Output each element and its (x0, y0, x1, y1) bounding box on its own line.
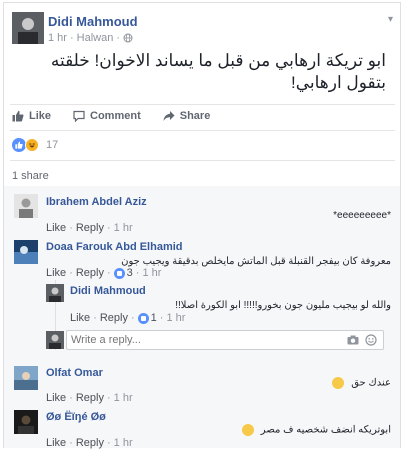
comment-text: معروفة كان بيفجر القنبلة قبل الماتش مايخ… (121, 256, 391, 267)
share-button[interactable]: Share (163, 110, 211, 122)
comment-like-link[interactable]: Like (46, 392, 66, 404)
comment-reply-link[interactable]: Reply (76, 222, 104, 234)
person-photo-icon (14, 240, 38, 264)
camera-icon[interactable] (347, 334, 359, 346)
separator: · (69, 392, 73, 404)
post-author-name[interactable]: Didi Mahmoud (48, 14, 138, 29)
like-reaction-icon (137, 312, 149, 324)
reply-time[interactable]: 1 hr (166, 312, 185, 324)
reply-reply-link[interactable]: Reply (100, 312, 128, 324)
commenter-name[interactable]: Øø Ëïŋé Øø (46, 411, 106, 423)
person-photo-icon (46, 284, 64, 302)
person-photo-icon (12, 12, 44, 44)
comment-text: *eeeeeeeee* (333, 210, 391, 221)
haha-reaction-icon (25, 138, 39, 152)
comment-time[interactable]: 1 hr (114, 392, 133, 404)
reply-actions: Like · Reply · 1 · 1 hr (70, 312, 185, 324)
comment-like-link[interactable]: Like (46, 222, 66, 234)
reply-box (66, 330, 384, 350)
separator: · (69, 222, 73, 234)
commenter-name[interactable]: Ibrahem Abdel Aziz (46, 196, 147, 208)
like-button[interactable]: Like (12, 110, 51, 122)
comment-reaction-count[interactable]: 3 (113, 267, 133, 279)
comment-reply-link[interactable]: Reply (76, 392, 104, 404)
separator: · (106, 437, 111, 449)
comment-actions: Like · Reply · 1 hr (46, 437, 133, 449)
comment-text: عندك حق (332, 377, 391, 389)
reply-reaction-count[interactable]: 1 (137, 312, 157, 324)
comment-actions: Like · Reply · 1 hr (46, 222, 133, 234)
current-user-avatar (46, 331, 64, 349)
smiley-icon[interactable] (365, 334, 377, 346)
reply-text: والله لو بيجيب مليون جون بخورو!!!!! ابو … (175, 300, 391, 311)
globe-icon (123, 33, 133, 43)
commenter-avatar[interactable] (14, 194, 38, 218)
comment-actions: Like · Reply · 3 · 1 hr (46, 267, 161, 279)
comment-reaction-number: 3 (126, 267, 133, 279)
comment-like-link[interactable]: Like (46, 267, 66, 279)
comment-label: Comment (90, 110, 141, 122)
thumbs-up-icon (15, 141, 23, 149)
separator: · (69, 267, 73, 279)
comment-time[interactable]: 1 hr (114, 222, 133, 234)
separator: · (106, 392, 111, 404)
post-meta: 1 hr · Halwan · (48, 32, 133, 44)
divider (10, 160, 395, 161)
laughing-face-icon (332, 377, 345, 389)
separator: · (106, 222, 111, 234)
comment-time[interactable]: 1 hr (114, 437, 133, 449)
person-photo-icon (14, 366, 38, 390)
comment-text-content: عندك حق (351, 377, 391, 389)
commenter-avatar[interactable] (14, 410, 38, 434)
commenter-avatar[interactable] (14, 240, 38, 264)
person-photo-icon (46, 331, 64, 349)
reply-like-link[interactable]: Like (70, 312, 90, 324)
separator: · (106, 267, 111, 279)
comment-text-content: ابوتريكه انضف شخصيه ف مصر (260, 424, 391, 436)
like-reaction-icon (12, 138, 26, 152)
meta-separator: · (116, 32, 120, 44)
meta-separator: · (69, 32, 74, 44)
share-arrow-icon (163, 111, 175, 121)
comment-like-link[interactable]: Like (46, 437, 66, 449)
replier-avatar[interactable] (46, 284, 64, 302)
comment-actions: Like · Reply · 1 hr (46, 392, 133, 404)
reply-reaction-number: 1 (150, 312, 157, 324)
thumbs-up-icon (12, 110, 24, 122)
like-reaction-icon (113, 267, 125, 279)
divider (10, 130, 395, 131)
chevron-down-icon[interactable]: ▾ (388, 14, 393, 25)
share-count[interactable]: 1 share (12, 170, 49, 182)
reactions-summary[interactable]: 17 (12, 138, 58, 152)
post-location[interactable]: Halwan (77, 32, 114, 44)
replier-name[interactable]: Didi Mahmoud (70, 285, 146, 297)
commenter-name[interactable]: Doaa Farouk Abd Elhamid (46, 241, 183, 253)
separator: · (159, 312, 164, 324)
separator: · (130, 312, 135, 324)
commenter-avatar[interactable] (14, 366, 38, 390)
separator: · (93, 312, 97, 324)
laughing-face-icon (29, 143, 35, 148)
commenter-name[interactable]: Olfat Omar (46, 367, 103, 379)
comment-time[interactable]: 1 hr (142, 267, 161, 279)
smiling-face-icon (242, 424, 255, 436)
like-label: Like (29, 110, 52, 122)
comment-text: ابوتريكه انضف شخصيه ف مصر (242, 424, 391, 436)
comment-button[interactable]: Comment (73, 110, 141, 122)
post-author-avatar[interactable] (12, 12, 44, 44)
post-time[interactable]: 1 hr (48, 32, 67, 44)
post-actions: Like Comment Share (12, 110, 210, 122)
post-text: ابو تريكة ارهابي من قبل ما يساند الاخوان… (50, 51, 386, 92)
comment-reply-link[interactable]: Reply (76, 437, 104, 449)
share-label: Share (179, 110, 211, 122)
divider (10, 104, 395, 105)
person-photo-icon (14, 194, 38, 218)
person-photo-icon (14, 410, 38, 434)
separator: · (135, 267, 140, 279)
reply-input[interactable] (67, 331, 327, 349)
comment-bubble-icon (73, 110, 85, 122)
reaction-count: 17 (46, 139, 59, 151)
comment-reply-link[interactable]: Reply (76, 267, 104, 279)
separator: · (69, 437, 73, 449)
